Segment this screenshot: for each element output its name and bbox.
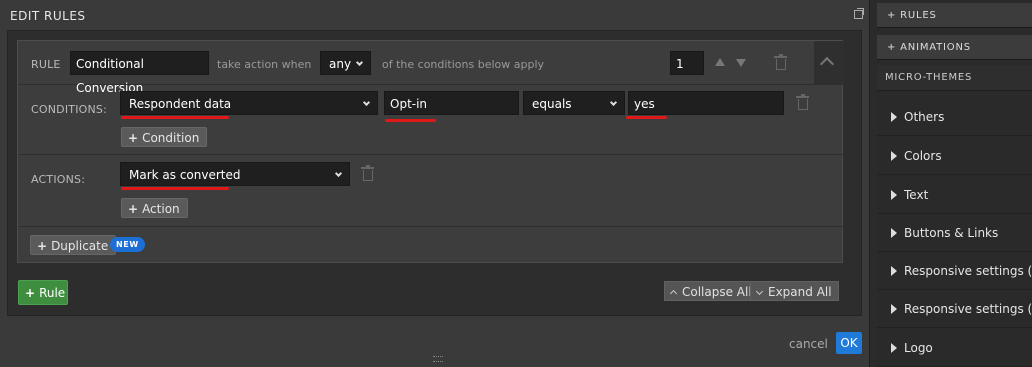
move-up-icon[interactable]: [715, 58, 725, 66]
micro-theme-item-buttons-links[interactable]: Buttons & Links: [877, 214, 1032, 252]
collapse-all-label: Collapse All: [682, 285, 752, 299]
match-mode-value: any: [329, 57, 352, 71]
ok-button[interactable]: OK: [836, 332, 862, 354]
micro-theme-item-others[interactable]: Others: [877, 98, 1032, 136]
add-rule-label: Rule: [39, 286, 66, 300]
add-condition-button[interactable]: + Condition: [121, 127, 208, 147]
caret-right-icon: [891, 151, 897, 161]
plus-icon: +: [25, 286, 36, 300]
micro-theme-item-label: Buttons & Links: [904, 226, 999, 240]
cancel-button[interactable]: cancel: [789, 337, 828, 351]
annotation-underline: [626, 116, 667, 119]
add-condition-label: Condition: [142, 131, 200, 145]
condition-source-select[interactable]: Respondent data: [120, 91, 378, 115]
caret-right-icon: [891, 266, 897, 276]
expand-all-label: Expand All: [768, 285, 832, 299]
rules-container: RULE Conditional Conversion take action …: [7, 30, 862, 316]
annotation-underline: [385, 119, 436, 122]
new-badge: NEW: [110, 237, 145, 252]
conditions-label: CONDITIONS:: [31, 103, 108, 116]
add-action-label: Action: [142, 202, 180, 216]
chevron-down-icon: [334, 169, 343, 178]
collapse-rule-button[interactable]: [814, 41, 844, 85]
delete-condition-icon[interactable]: [796, 94, 809, 110]
plus-icon: +: [128, 202, 139, 216]
micro-theme-item-label: Responsive settings (SM: [904, 264, 1032, 278]
chevron-down-icon: [755, 287, 764, 296]
micro-themes-header: MICRO-THEMES: [877, 65, 1032, 91]
micro-theme-item-responsive-xs[interactable]: Responsive settings (XS: [877, 290, 1032, 328]
popout-icon[interactable]: [854, 8, 864, 19]
resize-grip-icon[interactable]: [433, 356, 443, 362]
chevron-down-icon: [362, 98, 371, 107]
conditions-section: CONDITIONS: Respondent data Opt-in equal…: [18, 86, 844, 155]
move-down-icon[interactable]: [736, 59, 746, 67]
modal-title: EDIT RULES: [10, 9, 86, 23]
add-rule-button[interactable]: + Rule: [18, 280, 68, 305]
delete-action-icon[interactable]: [361, 165, 374, 181]
rule-order-input[interactable]: 1: [670, 51, 704, 75]
micro-theme-item-label: Text: [904, 188, 929, 202]
annotation-underline: [121, 187, 229, 190]
chevron-up-icon: [669, 289, 678, 298]
edit-rules-modal: EDIT RULES RULE Conditional Conversion t…: [0, 0, 870, 367]
rule-label: RULE: [31, 58, 61, 71]
condition-source-value: Respondent data: [129, 97, 232, 111]
condition-field-input[interactable]: Opt-in: [384, 91, 519, 115]
condition-value-input[interactable]: yes: [628, 91, 784, 115]
plus-icon: +: [128, 131, 139, 145]
actions-section: ACTIONS: Mark as converted + Action: [18, 156, 844, 227]
condition-operator-value: equals: [532, 97, 572, 111]
rule-header: RULE Conditional Conversion take action …: [18, 41, 814, 95]
caret-right-icon: [891, 190, 897, 200]
condition-operator-select[interactable]: equals: [523, 91, 625, 115]
rule-name-input[interactable]: Conditional Conversion: [70, 51, 209, 95]
micro-theme-item-label: Logo: [904, 341, 933, 355]
micro-theme-item-responsive-sm[interactable]: Responsive settings (SM: [877, 252, 1032, 290]
caret-right-icon: [891, 228, 897, 238]
delete-rule-icon[interactable]: [774, 54, 787, 70]
micro-theme-item-label: Others: [904, 110, 945, 124]
expand-all-button[interactable]: Expand All: [750, 281, 839, 301]
right-panel: + RULES + ANIMATIONS MICRO-THEMES Others…: [877, 0, 1032, 367]
match-mode-select[interactable]: any: [320, 51, 371, 75]
add-action-button[interactable]: + Action: [121, 198, 188, 218]
animations-bar[interactable]: + ANIMATIONS: [877, 35, 1032, 60]
chevron-up-icon: [819, 56, 835, 72]
micro-theme-item-colors[interactable]: Colors: [877, 137, 1032, 175]
chevron-down-icon: [355, 58, 364, 67]
plus-icon: +: [37, 239, 48, 253]
chevron-down-icon: [609, 98, 618, 107]
duplicate-rule-button[interactable]: + Duplicate: [30, 235, 117, 255]
micro-theme-item-logo[interactable]: Logo: [877, 329, 1032, 367]
rule-card: RULE Conditional Conversion take action …: [17, 40, 844, 263]
micro-theme-item-label: Colors: [904, 149, 942, 163]
conditions-suffix-text: of the conditions below apply: [382, 58, 545, 71]
micro-theme-item-label: Responsive settings (XS: [904, 302, 1032, 316]
caret-right-icon: [891, 112, 897, 122]
rules-bar[interactable]: + RULES: [877, 3, 1032, 28]
action-select[interactable]: Mark as converted: [120, 162, 350, 186]
take-action-text: take action when: [217, 58, 312, 71]
duplicate-label: Duplicate: [51, 239, 109, 253]
action-value: Mark as converted: [129, 168, 241, 182]
annotation-underline: [121, 116, 229, 119]
actions-label: ACTIONS:: [31, 173, 86, 186]
micro-theme-item-text[interactable]: Text: [877, 176, 1032, 214]
caret-right-icon: [891, 343, 897, 353]
collapse-all-button[interactable]: Collapse All: [664, 281, 759, 301]
caret-right-icon: [891, 304, 897, 314]
